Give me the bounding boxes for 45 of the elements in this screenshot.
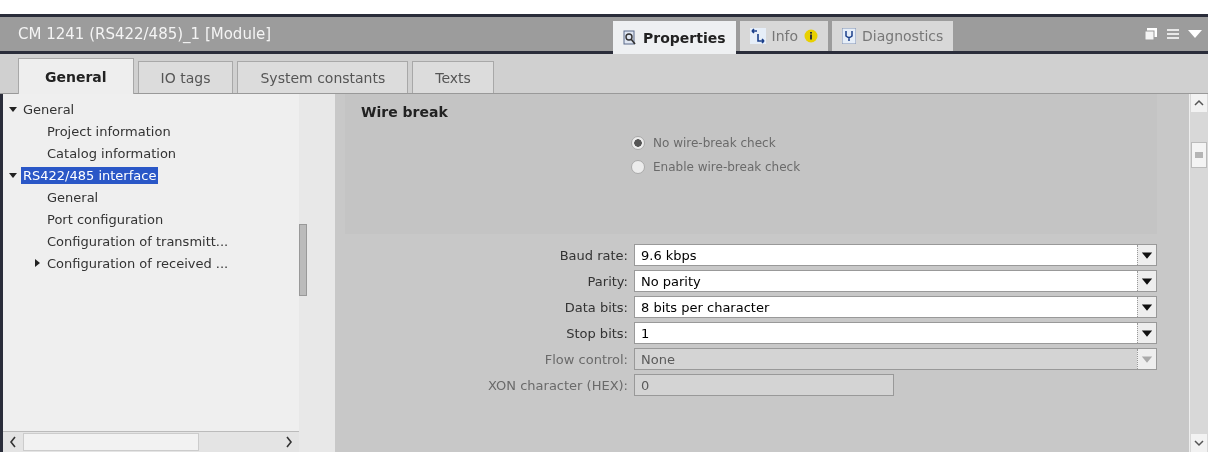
- radio-label: Enable wire-break check: [653, 160, 801, 174]
- field-label: Stop bits:: [565, 325, 628, 341]
- tree-item[interactable]: Configuration of transmitt...: [45, 232, 231, 250]
- info-arrows-icon: [749, 28, 766, 44]
- tree-item[interactable]: General: [45, 188, 101, 206]
- caret-icon[interactable]: [1137, 245, 1156, 265]
- field-label: Data bits:: [563, 299, 628, 315]
- tree-item[interactable]: Catalog information: [45, 144, 179, 162]
- tab[interactable]: System constants: [237, 61, 409, 93]
- caret-icon[interactable]: [1137, 297, 1156, 317]
- expanded-triangle-icon[interactable]: [9, 171, 17, 179]
- tab[interactable]: General: [18, 58, 134, 94]
- splitter-handle[interactable]: [299, 224, 307, 296]
- scroll-up-icon[interactable]: [1191, 94, 1207, 112]
- magnifier-icon: [623, 29, 637, 46]
- tab[interactable]: IO tags: [137, 61, 234, 93]
- radio-label: No wire-break check: [653, 136, 776, 150]
- expanded-triangle-icon[interactable]: [9, 105, 17, 113]
- dropdown-field[interactable]: 1: [634, 322, 1157, 344]
- dropdown-field[interactable]: 8 bits per character: [634, 296, 1157, 318]
- field-label: Flow control:: [543, 351, 628, 367]
- caret-icon[interactable]: [1137, 271, 1156, 291]
- scrollbar-thumb[interactable]: [1191, 142, 1207, 168]
- tree-item[interactable]: Project information: [45, 122, 173, 140]
- panel-tab[interactable]: Properties: [613, 21, 736, 54]
- scroll-right-icon[interactable]: [285, 436, 293, 448]
- section-title: Wire break: [361, 104, 449, 120]
- field-label: Parity:: [586, 273, 628, 289]
- tree-item[interactable]: RS422/485 interface: [21, 166, 159, 184]
- tab[interactable]: Texts: [412, 61, 494, 93]
- scroll-down-icon[interactable]: [1191, 434, 1207, 452]
- float-window-icon[interactable]: [1144, 27, 1158, 41]
- scroll-left-icon[interactable]: [9, 436, 17, 448]
- dropdown-field[interactable]: 9.6 kbps: [634, 244, 1157, 266]
- tree-item[interactable]: General: [21, 100, 77, 118]
- collapsed-triangle-icon[interactable]: [33, 259, 41, 267]
- horizontal-scrollbar[interactable]: [3, 431, 299, 452]
- tree-item[interactable]: Port configuration: [45, 210, 166, 228]
- dropdown-field[interactable]: No parity: [634, 270, 1157, 292]
- field-label: Baud rate:: [558, 247, 628, 263]
- caret-icon[interactable]: [1137, 323, 1156, 343]
- tree-item[interactable]: Configuration of received ...: [45, 254, 231, 272]
- dropdown-arrow-icon[interactable]: [1188, 29, 1202, 39]
- window-title: CM 1241 (RS422/485)_1 [Module]: [18, 25, 273, 43]
- field-label: XON character (HEX):: [487, 377, 628, 393]
